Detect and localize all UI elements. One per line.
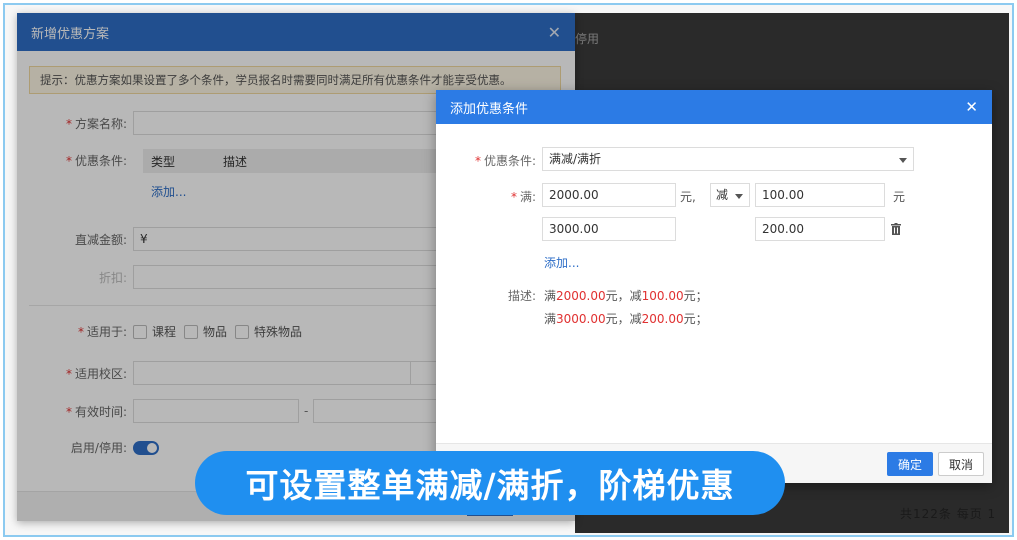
screenshot-frame: 停用 共122条 每页 1 新增优惠方案 ✕ 提示：优惠方案如果设置了多个条件，… bbox=[3, 3, 1014, 537]
add-condition-dialog: 添加优惠条件 ✕ * 优惠条件: 满减/满折 * 满: 2000.00 元, 减 1… bbox=[436, 90, 992, 483]
background-pager: 共122条 每页 1 bbox=[900, 507, 997, 521]
tier1-amount-input[interactable]: 100.00 bbox=[755, 183, 885, 207]
desc-label: 描述: bbox=[507, 289, 536, 303]
confirm-button[interactable]: 确定 bbox=[887, 452, 933, 476]
tier1-threshold-unit: 元, bbox=[680, 190, 696, 204]
background-status-text: 停用 bbox=[575, 32, 600, 46]
condition-type-label: * 优惠条件: bbox=[474, 154, 536, 168]
promo-banner: 可设置整单满减/满折，阶梯优惠 bbox=[195, 451, 785, 515]
tier2-amount-input[interactable]: 200.00 bbox=[755, 217, 885, 241]
tier1-threshold-input[interactable]: 2000.00 bbox=[542, 183, 676, 207]
close-icon[interactable]: ✕ bbox=[965, 98, 978, 116]
desc-line-2: 满3000.00元，减200.00元； bbox=[544, 312, 708, 326]
tier2-threshold-input[interactable]: 3000.00 bbox=[542, 217, 676, 241]
trash-icon[interactable] bbox=[891, 223, 901, 235]
tier-mode-select[interactable]: 减 bbox=[710, 183, 750, 207]
condition-type-select[interactable]: 满减/满折 bbox=[542, 147, 914, 171]
desc-line-1: 满2000.00元，减100.00元； bbox=[544, 289, 708, 303]
cancel-button[interactable]: 取消 bbox=[938, 452, 984, 476]
full-label: * 满: bbox=[510, 190, 536, 204]
add-tier-link[interactable]: 添加... bbox=[544, 254, 579, 271]
add-condition-dialog-title: 添加优惠条件 bbox=[450, 101, 529, 117]
add-condition-dialog-body: * 优惠条件: 满减/满折 * 满: 2000.00 元, 减 100.00 元 3… bbox=[436, 124, 992, 443]
add-condition-dialog-header: 添加优惠条件 ✕ bbox=[436, 90, 992, 124]
tier1-amount-unit: 元 bbox=[893, 190, 906, 204]
